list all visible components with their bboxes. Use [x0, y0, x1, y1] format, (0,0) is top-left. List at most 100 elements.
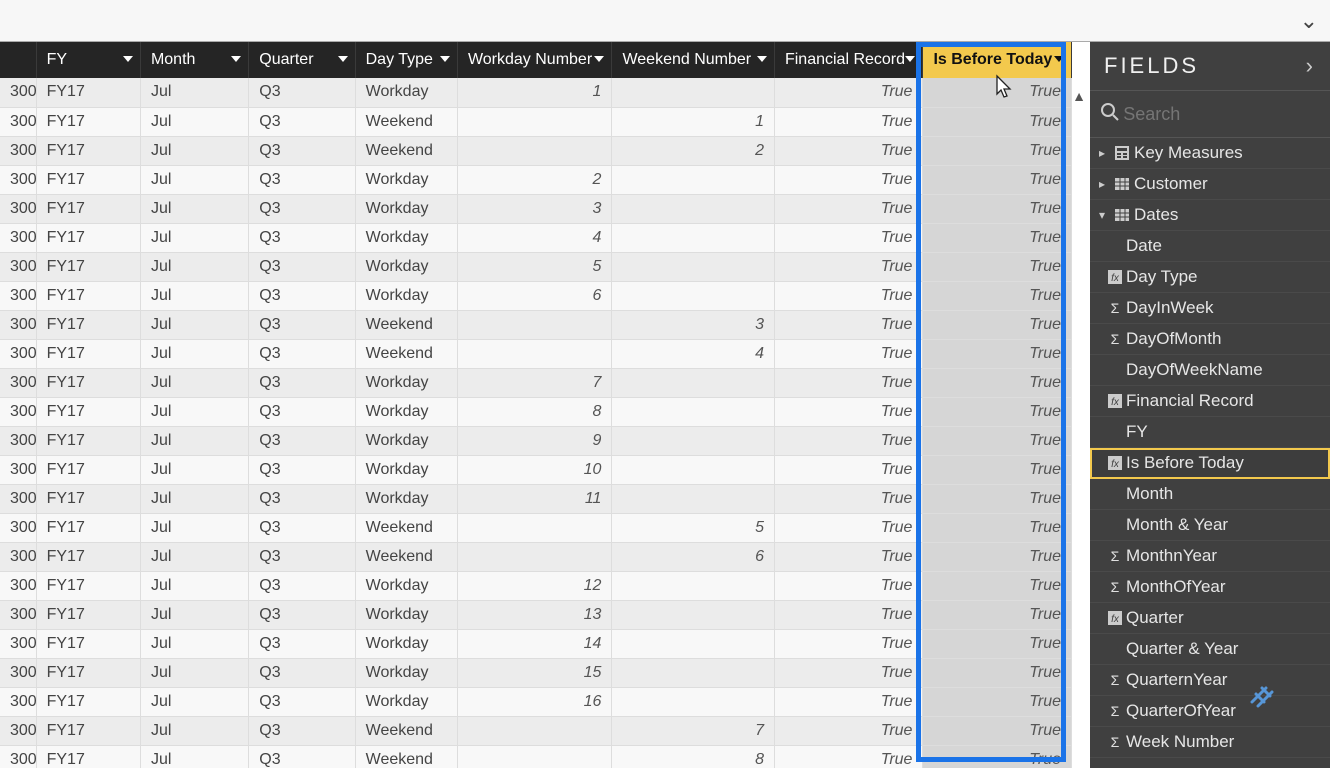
cell-fy[interactable]: FY17 [36, 687, 140, 716]
cell-daytype[interactable]: Weekend [355, 745, 457, 768]
cell-workday[interactable]: 12 [457, 571, 612, 600]
cell-workday[interactable] [457, 339, 612, 368]
cell-daytype[interactable]: Workday [355, 223, 457, 252]
field-date[interactable]: Date [1090, 231, 1330, 262]
cell-trunc[interactable]: 300 [0, 397, 36, 426]
cell-month[interactable]: Jul [140, 513, 248, 542]
cell-trunc[interactable]: 300 [0, 513, 36, 542]
cell-before[interactable]: True [923, 339, 1072, 368]
cell-fy[interactable]: FY17 [36, 194, 140, 223]
cell-workday[interactable] [457, 310, 612, 339]
cell-fin[interactable]: True [774, 223, 922, 252]
cell-fy[interactable]: FY17 [36, 165, 140, 194]
cell-daytype[interactable]: Workday [355, 252, 457, 281]
cell-fy[interactable]: FY17 [36, 107, 140, 136]
cell-trunc[interactable]: 300 [0, 310, 36, 339]
cell-weekend[interactable] [612, 368, 775, 397]
cell-workday[interactable]: 6 [457, 281, 612, 310]
column-header-weekend[interactable]: Weekend Number [612, 42, 775, 78]
cell-weekend[interactable] [612, 194, 775, 223]
field-day-type[interactable]: fxDay Type [1090, 262, 1330, 293]
cell-workday[interactable]: 8 [457, 397, 612, 426]
cell-before[interactable]: True [923, 484, 1072, 513]
cell-month[interactable]: Jul [140, 397, 248, 426]
cell-quarter[interactable]: Q3 [249, 629, 355, 658]
table-row[interactable]: 300FY17JulQ3Workday3TrueTrue [0, 194, 1072, 223]
cell-fy[interactable]: FY17 [36, 368, 140, 397]
search-input[interactable] [1123, 104, 1320, 125]
cell-fin[interactable]: True [774, 571, 922, 600]
cell-quarter[interactable]: Q3 [249, 165, 355, 194]
field-dayofweekname[interactable]: DayOfWeekName [1090, 355, 1330, 386]
cell-workday[interactable]: 5 [457, 252, 612, 281]
cell-trunc[interactable]: 300 [0, 368, 36, 397]
scroll-up-icon[interactable]: ▲ [1072, 88, 1086, 104]
cell-quarter[interactable]: Q3 [249, 426, 355, 455]
cell-weekend[interactable]: 6 [612, 542, 775, 571]
cell-weekend[interactable]: 7 [612, 716, 775, 745]
cell-month[interactable]: Jul [140, 455, 248, 484]
cell-month[interactable]: Jul [140, 165, 248, 194]
table-row[interactable]: 300FY17JulQ3Workday10TrueTrue [0, 455, 1072, 484]
cell-quarter[interactable]: Q3 [249, 542, 355, 571]
field-monthofyear[interactable]: ΣMonthOfYear [1090, 572, 1330, 603]
cell-before[interactable]: True [923, 455, 1072, 484]
cell-weekend[interactable] [612, 455, 775, 484]
table-row[interactable]: 300FY17JulQ3Workday1TrueTrue [0, 78, 1072, 107]
cell-workday[interactable]: 11 [457, 484, 612, 513]
cell-trunc[interactable]: 300 [0, 426, 36, 455]
cell-before[interactable]: True [923, 629, 1072, 658]
cell-daytype[interactable]: Weekend [355, 107, 457, 136]
column-header-workday[interactable]: Workday Number [457, 42, 612, 78]
formula-expand-icon[interactable]: ⌄ [1300, 8, 1318, 34]
cell-fy[interactable]: FY17 [36, 629, 140, 658]
cell-weekend[interactable] [612, 484, 775, 513]
cell-quarter[interactable]: Q3 [249, 194, 355, 223]
cell-fy[interactable]: FY17 [36, 484, 140, 513]
cell-weekend[interactable] [612, 223, 775, 252]
cell-quarter[interactable]: Q3 [249, 716, 355, 745]
cell-quarter[interactable]: Q3 [249, 600, 355, 629]
cell-before[interactable]: True [923, 194, 1072, 223]
cell-daytype[interactable]: Workday [355, 78, 457, 107]
cell-fin[interactable]: True [774, 78, 922, 107]
cell-fin[interactable]: True [774, 252, 922, 281]
cell-month[interactable]: Jul [140, 107, 248, 136]
cell-before[interactable]: True [923, 687, 1072, 716]
cell-month[interactable]: Jul [140, 368, 248, 397]
cell-fin[interactable]: True [774, 397, 922, 426]
cell-fin[interactable]: True [774, 194, 922, 223]
table-row[interactable]: 300FY17JulQ3Workday11TrueTrue [0, 484, 1072, 513]
expand-icon[interactable]: ▸ [1094, 146, 1110, 160]
cell-quarter[interactable]: Q3 [249, 484, 355, 513]
cell-fy[interactable]: FY17 [36, 136, 140, 165]
cell-trunc[interactable]: 300 [0, 658, 36, 687]
cell-before[interactable]: True [923, 78, 1072, 107]
cell-before[interactable]: True [923, 165, 1072, 194]
cell-month[interactable]: Jul [140, 281, 248, 310]
cell-month[interactable]: Jul [140, 252, 248, 281]
cell-before[interactable]: True [923, 571, 1072, 600]
cell-quarter[interactable]: Q3 [249, 745, 355, 768]
column-header-fy[interactable]: FY [36, 42, 140, 78]
field-month-year[interactable]: Month & Year [1090, 510, 1330, 541]
field-dayinweek[interactable]: ΣDayInWeek [1090, 293, 1330, 324]
filter-icon[interactable] [754, 52, 770, 68]
cell-workday[interactable]: 3 [457, 194, 612, 223]
cell-before[interactable]: True [923, 252, 1072, 281]
cell-quarter[interactable]: Q3 [249, 281, 355, 310]
cell-before[interactable]: True [923, 107, 1072, 136]
cell-daytype[interactable]: Workday [355, 658, 457, 687]
cell-trunc[interactable]: 300 [0, 339, 36, 368]
filter-icon[interactable] [591, 52, 607, 68]
cell-workday[interactable]: 7 [457, 368, 612, 397]
cell-daytype[interactable]: Workday [355, 571, 457, 600]
cell-daytype[interactable]: Workday [355, 194, 457, 223]
cell-fin[interactable]: True [774, 368, 922, 397]
cell-weekend[interactable] [612, 252, 775, 281]
cell-quarter[interactable]: Q3 [249, 571, 355, 600]
cell-quarter[interactable]: Q3 [249, 513, 355, 542]
cell-trunc[interactable]: 300 [0, 629, 36, 658]
cell-workday[interactable] [457, 716, 612, 745]
cell-month[interactable]: Jul [140, 223, 248, 252]
